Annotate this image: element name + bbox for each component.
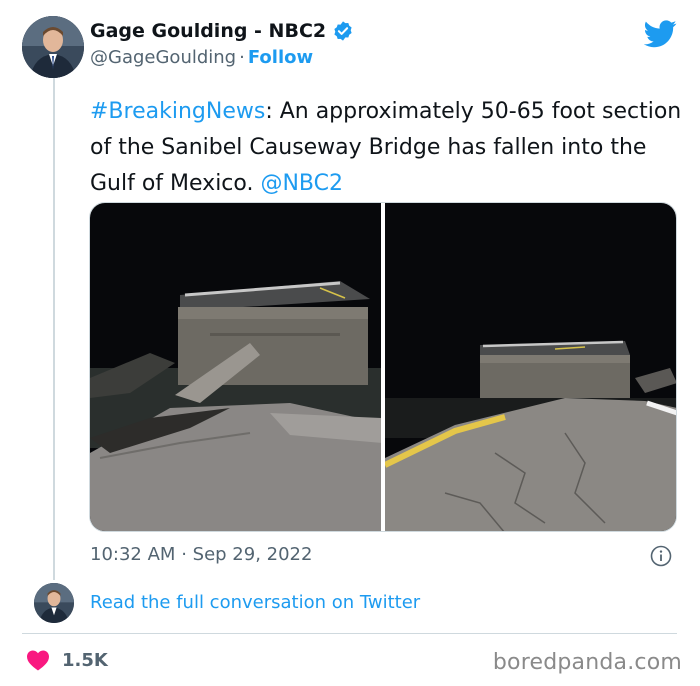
- like-count: 1.5K: [62, 649, 108, 671]
- tweet-media: [89, 202, 677, 532]
- tweet-date: Sep 29, 2022: [192, 544, 313, 565]
- divider: [22, 633, 677, 634]
- heart-icon: [26, 649, 50, 671]
- timestamp-separator: ·: [181, 544, 187, 565]
- tweet-timestamp[interactable]: 10:32 AM · Sep 29, 2022: [90, 544, 312, 565]
- author-avatar[interactable]: [22, 16, 84, 78]
- mention-link[interactable]: @NBC2: [260, 171, 343, 196]
- verified-badge-icon: [332, 20, 354, 42]
- info-icon[interactable]: [650, 545, 672, 567]
- bridge-photo-right[interactable]: [385, 203, 676, 531]
- author-handle[interactable]: @GageGoulding: [90, 47, 236, 68]
- conversation-avatar[interactable]: [34, 583, 74, 623]
- like-button[interactable]: 1.5K: [26, 649, 108, 671]
- tweet-header: Gage Goulding - NBC2 @GageGoulding · Follo…: [90, 20, 354, 68]
- thread-line: [53, 78, 55, 580]
- handle-separator: ·: [239, 47, 245, 68]
- hashtag-link[interactable]: #BreakingNews: [90, 99, 265, 124]
- read-conversation-link[interactable]: Read the full conversation on Twitter: [90, 592, 420, 613]
- tweet-text: #BreakingNews: An approximately 50-65 fo…: [90, 94, 690, 202]
- bridge-photo-left[interactable]: [90, 203, 381, 531]
- author-display-name[interactable]: Gage Goulding - NBC2: [90, 20, 326, 42]
- tweet-time: 10:32 AM: [90, 544, 176, 565]
- follow-button[interactable]: Follow: [248, 47, 313, 68]
- boredpanda-watermark: boredpanda.com: [492, 650, 682, 675]
- twitter-bird-icon[interactable]: [643, 20, 677, 48]
